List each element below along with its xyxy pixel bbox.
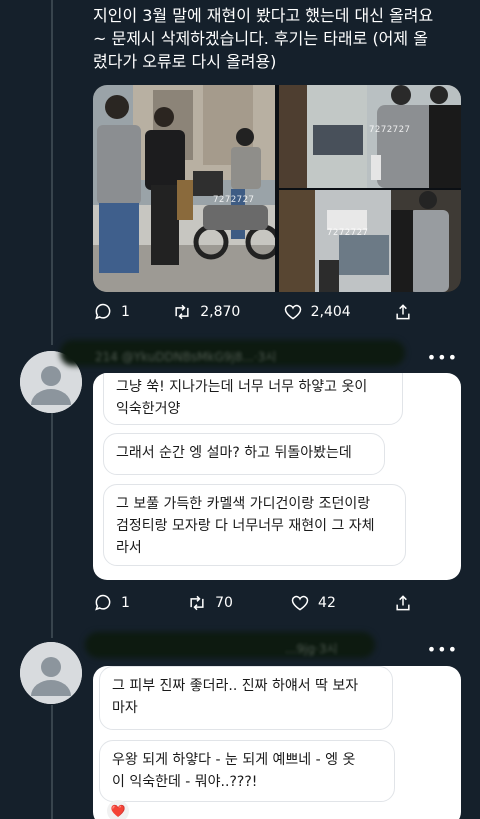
street-photo-image [93, 85, 275, 292]
like-count: 2,404 [310, 304, 351, 320]
avatar[interactable] [20, 642, 82, 704]
share-button[interactable] [393, 593, 413, 613]
photo-watermark: 7272727 [369, 125, 411, 135]
retweet-count: 70 [215, 595, 233, 611]
reply-count: 1 [121, 304, 130, 320]
message-text: 우왕 되게 하얗다 - 눈 되게 예쁘네 - 엥 옷 이 익숙한데 - 뭐야..… [112, 752, 356, 790]
retweet-button[interactable]: 2,870 [172, 302, 240, 322]
message-bubble: 그냥 쑥! 지나가는데 너무 너무 하얗고 옷이 익숙한거양 [103, 373, 403, 425]
heart-icon [284, 304, 301, 320]
heart-icon [291, 595, 309, 611]
like-count: 42 [318, 595, 336, 611]
reply-handle: ...9jg·3시 [285, 642, 338, 656]
reply-icon [95, 303, 111, 320]
photo-street[interactable]: 7272727 [93, 85, 275, 292]
photo-watermark: 7272727 [327, 228, 369, 238]
reply-count: 1 [121, 595, 130, 611]
photo-grid[interactable]: 7272727 7272727 7272727 [93, 85, 461, 292]
default-avatar-icon [20, 642, 82, 704]
back-view-photo-image [279, 85, 461, 188]
message-text: 그 보풀 가득한 카멜색 가디건이랑 조던이랑 검정티랑 모자랑 다 너무너무 … [116, 496, 375, 556]
heart-reaction-icon: ❤️ [107, 800, 129, 819]
tweet-text: 지인이 3월 말에 재현이 봤다고 했는데 대신 올려요 ~ 문제시 삭제하겠습… [93, 6, 434, 71]
tweet-action-bar: 1 2,870 2,404 [93, 300, 413, 324]
reply-handle: 214 @YkuDDNBsMkG9j8...·3시 [95, 350, 277, 364]
retweet-icon [175, 304, 189, 320]
message-text: 그 피부 진짜 좋더라.. 진짜 하얘서 딱 보자 마자 [112, 678, 359, 716]
message-bubble: 그 보풀 가득한 카멜색 가디건이랑 조던이랑 검정티랑 모자랑 다 너무너무 … [103, 484, 406, 566]
share-icon [396, 304, 410, 320]
retweet-icon [190, 595, 204, 611]
reply-icon [95, 594, 111, 611]
thread-line [51, 0, 53, 345]
message-bubble: 그 피부 진짜 좋더라.. 진짜 하얘서 딱 보자 마자 [99, 666, 393, 730]
side-view-photo-image [279, 190, 461, 292]
more-options-icon[interactable]: ••• [427, 640, 458, 659]
retweet-count: 2,870 [200, 304, 241, 320]
photo-back-view[interactable]: 7272727 [279, 85, 461, 188]
photo-watermark: 7272727 [213, 195, 255, 205]
photo-side-view[interactable]: 7272727 [279, 190, 461, 292]
message-bubble: 그래서 순간 엥 설마? 하고 뒤돌아봤는데 [103, 433, 385, 475]
share-button[interactable] [393, 302, 413, 322]
reply-action-bar: 1 70 42 [93, 591, 413, 615]
thread-line [51, 413, 53, 638]
reply-button[interactable]: 1 [93, 593, 130, 613]
thread-line [51, 705, 53, 819]
like-button[interactable]: 42 [290, 593, 336, 613]
reply-screenshot-card: 그냥 쑥! 지나가는데 너무 너무 하얗고 옷이 익숙한거양 그래서 순간 엥 … [93, 373, 461, 580]
reply-screenshot-card: 그 피부 진짜 좋더라.. 진짜 하얘서 딱 보자 마자 우왕 되게 하얗다 -… [93, 666, 461, 819]
reply-button[interactable]: 1 [93, 302, 130, 322]
retweet-button[interactable]: 70 [187, 593, 233, 613]
message-bubble: 우왕 되게 하얗다 - 눈 되게 예쁘네 - 엥 옷 이 익숙한데 - 뭐야..… [99, 740, 395, 802]
message-text: 그래서 순간 엥 설마? 하고 뒤돌아봤는데 [116, 445, 352, 461]
share-icon [396, 595, 410, 611]
more-options-icon[interactable]: ••• [427, 348, 458, 367]
message-text: 그냥 쑥! 지나가는데 너무 너무 하얗고 옷이 익숙한거양 [116, 379, 368, 417]
like-button[interactable]: 2,404 [283, 302, 351, 322]
